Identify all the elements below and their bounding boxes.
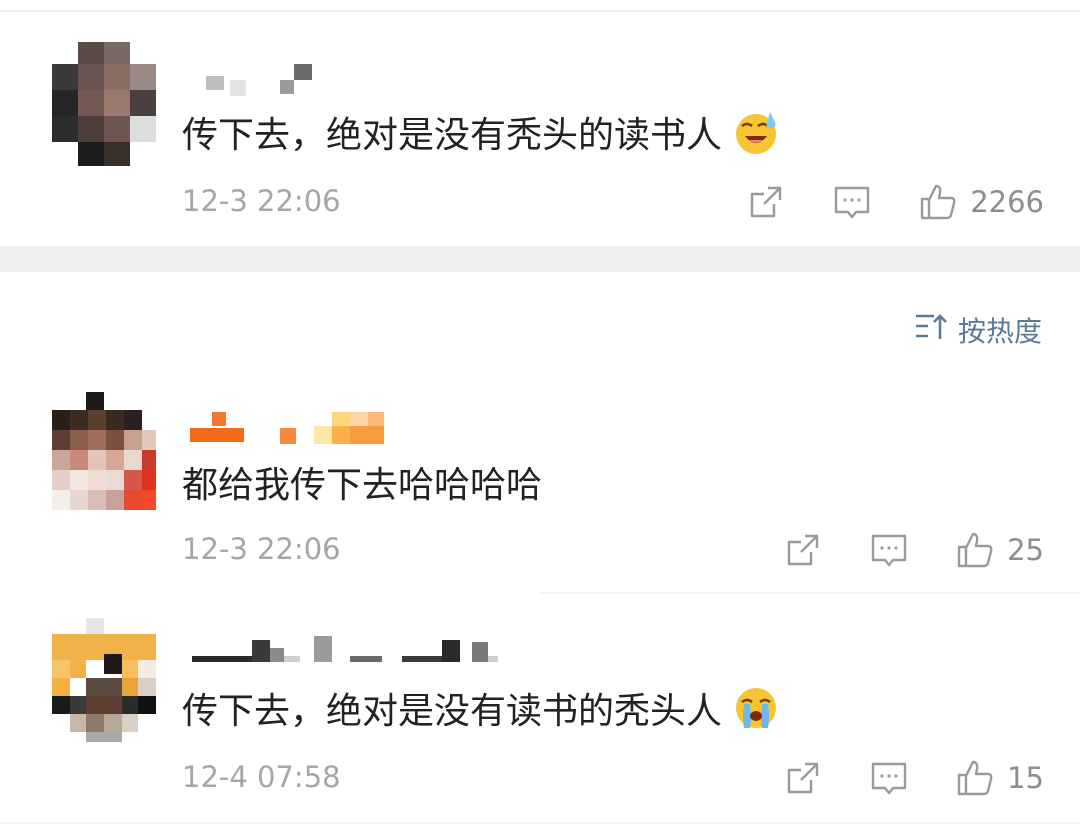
like-icon[interactable] bbox=[955, 758, 995, 798]
comment-text-content: 传下去，绝对是没有秃头的读书人 bbox=[182, 115, 723, 156]
avatar[interactable] bbox=[52, 42, 156, 166]
comment-time: 12-4 07:58 bbox=[182, 760, 341, 794]
comment-actions: 15 bbox=[737, 758, 1044, 798]
top-divider bbox=[0, 10, 1080, 12]
comment-icon[interactable] bbox=[832, 182, 872, 222]
like-count: 15 bbox=[1007, 761, 1044, 795]
comment-time: 12-3 22:06 bbox=[182, 532, 341, 566]
share-icon[interactable] bbox=[746, 182, 786, 222]
comment-divider bbox=[540, 592, 1080, 594]
comment-time: 12-3 22:06 bbox=[182, 184, 341, 218]
like-icon[interactable] bbox=[918, 182, 958, 222]
comment-actions: 25 bbox=[737, 530, 1044, 570]
username-redacted[interactable] bbox=[182, 60, 522, 100]
section-separator bbox=[0, 246, 1080, 272]
comment-actions: 2266 bbox=[700, 182, 1044, 222]
comment-text: 传下去，绝对是没有读书的秃头人 bbox=[182, 682, 780, 734]
sort-label: 按热度 bbox=[957, 315, 1042, 348]
share-icon[interactable] bbox=[783, 758, 823, 798]
comment-icon[interactable] bbox=[869, 530, 909, 570]
comment-text: 传下去，绝对是没有秃头的读书人 bbox=[182, 106, 780, 158]
comment-text-content: 传下去，绝对是没有读书的秃头人 bbox=[182, 691, 723, 732]
sort-icon bbox=[914, 312, 948, 349]
sweat-laugh-emoji-icon bbox=[732, 108, 780, 156]
comment-text-content: 都给我传下去哈哈哈哈 bbox=[182, 465, 543, 506]
comment-icon[interactable] bbox=[869, 758, 909, 798]
like-count: 25 bbox=[1007, 533, 1044, 567]
avatar[interactable] bbox=[52, 392, 156, 516]
avatar[interactable] bbox=[52, 618, 156, 742]
username-redacted[interactable] bbox=[182, 632, 522, 672]
crying-emoji-icon bbox=[732, 684, 780, 732]
username-redacted[interactable] bbox=[182, 408, 522, 448]
bottom-divider bbox=[0, 822, 1080, 824]
share-icon[interactable] bbox=[783, 530, 823, 570]
like-icon[interactable] bbox=[955, 530, 995, 570]
like-count: 2266 bbox=[970, 185, 1044, 219]
comment-text: 都给我传下去哈哈哈哈 bbox=[182, 456, 542, 508]
sort-by-heat[interactable]: 按热度 bbox=[914, 310, 1042, 350]
